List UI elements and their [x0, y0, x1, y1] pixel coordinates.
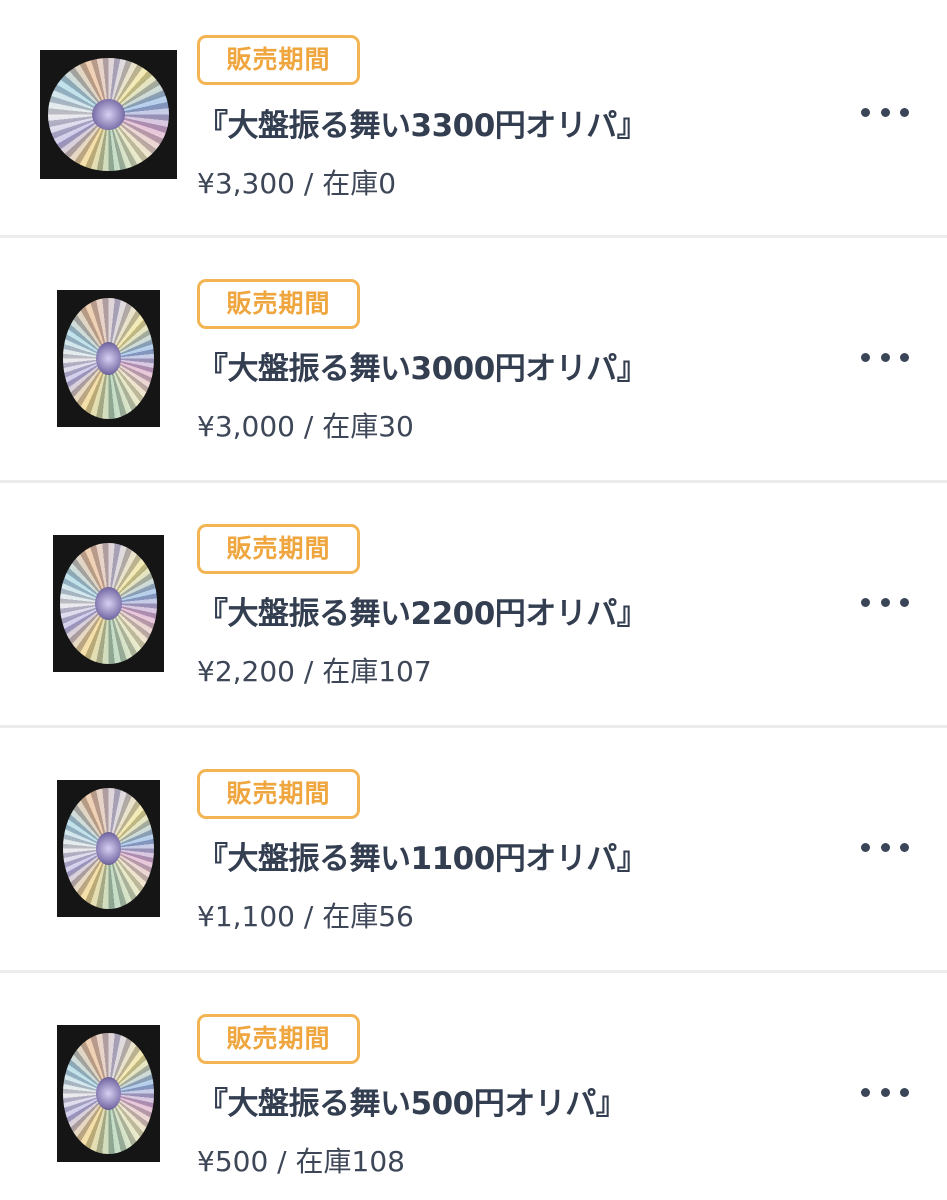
list-item[interactable]: 販売期間 『大盤振る舞い3000円オリパ』 ¥3,000 / 在庫30	[0, 238, 947, 483]
product-meta: ¥3,000 / 在庫30	[197, 405, 414, 445]
status-badge: 販売期間	[197, 769, 360, 819]
stock-text: 在庫30	[322, 410, 414, 443]
more-horizontal-icon[interactable]	[861, 1085, 909, 1099]
price-text: ¥3,000	[197, 410, 295, 443]
product-title[interactable]: 『大盤振る舞い500円オリパ』	[197, 1078, 627, 1123]
price-text: ¥500	[197, 1145, 269, 1178]
price-text: ¥2,200	[197, 655, 295, 688]
dot	[900, 352, 909, 362]
cards-image	[59, 543, 158, 664]
dot	[861, 352, 870, 362]
list-item[interactable]: 販売期間 『大盤振る舞い1100円オリパ』 ¥1,100 / 在庫56	[0, 728, 947, 973]
cards-image	[48, 57, 169, 172]
status-badge: 販売期間	[197, 524, 360, 574]
stock-text: 在庫108	[295, 1145, 405, 1178]
dot	[861, 107, 870, 117]
dot	[900, 842, 909, 852]
separator-text: /	[268, 1145, 296, 1178]
separator-text: /	[294, 655, 323, 688]
dot	[861, 1087, 870, 1097]
product-thumbnail[interactable]	[57, 1025, 160, 1162]
dot	[861, 597, 870, 607]
stock-text: 在庫107	[322, 655, 432, 688]
dot	[880, 597, 890, 607]
product-thumbnail[interactable]	[53, 535, 164, 672]
list-item[interactable]: 販売期間 『大盤振る舞い500円オリパ』 ¥500 / 在庫108	[0, 973, 947, 1200]
more-horizontal-icon[interactable]	[861, 840, 909, 854]
product-meta: ¥3,300 / 在庫0	[197, 162, 396, 202]
product-meta: ¥1,100 / 在庫56	[197, 895, 414, 935]
dot	[880, 842, 890, 852]
product-meta: ¥500 / 在庫108	[197, 1140, 405, 1180]
cards-image	[63, 1033, 154, 1154]
status-badge: 販売期間	[197, 279, 360, 329]
price-text: ¥3,300	[197, 167, 295, 200]
dot	[880, 1087, 890, 1097]
product-title[interactable]: 『大盤振る舞い3000円オリパ』	[197, 343, 648, 388]
status-badge: 販売期間	[197, 35, 360, 85]
product-thumbnail[interactable]	[57, 290, 160, 427]
more-horizontal-icon[interactable]	[861, 350, 909, 364]
status-badge: 販売期間	[197, 1014, 360, 1064]
dot	[880, 107, 890, 117]
separator-text: /	[294, 167, 323, 200]
product-title[interactable]: 『大盤振る舞い2200円オリパ』	[197, 588, 648, 633]
list-item[interactable]: 販売期間 『大盤振る舞い2200円オリパ』 ¥2,200 / 在庫107	[0, 483, 947, 728]
product-thumbnail[interactable]	[40, 50, 177, 179]
dot	[861, 842, 870, 852]
product-title[interactable]: 『大盤振る舞い3300円オリパ』	[197, 100, 648, 145]
product-thumbnail[interactable]	[57, 780, 160, 917]
dot	[900, 107, 909, 117]
separator-text: /	[294, 410, 323, 443]
cards-image	[63, 298, 154, 419]
stock-text: 在庫0	[322, 167, 397, 200]
dot	[880, 352, 890, 362]
product-title[interactable]: 『大盤振る舞い1100円オリパ』	[197, 833, 648, 878]
product-meta: ¥2,200 / 在庫107	[197, 650, 432, 690]
cards-image	[63, 788, 154, 909]
price-text: ¥1,100	[197, 900, 295, 933]
list-item[interactable]: 販売期間 『大盤振る舞い3300円オリパ』 ¥3,300 / 在庫0	[0, 0, 947, 238]
dot	[900, 1087, 909, 1097]
separator-text: /	[294, 900, 323, 933]
dot	[900, 597, 909, 607]
stock-text: 在庫56	[322, 900, 414, 933]
more-horizontal-icon[interactable]	[861, 595, 909, 609]
more-horizontal-icon[interactable]	[861, 105, 909, 119]
product-list: 販売期間 『大盤振る舞い3300円オリパ』 ¥3,300 / 在庫0 販売期間 …	[0, 0, 947, 1200]
